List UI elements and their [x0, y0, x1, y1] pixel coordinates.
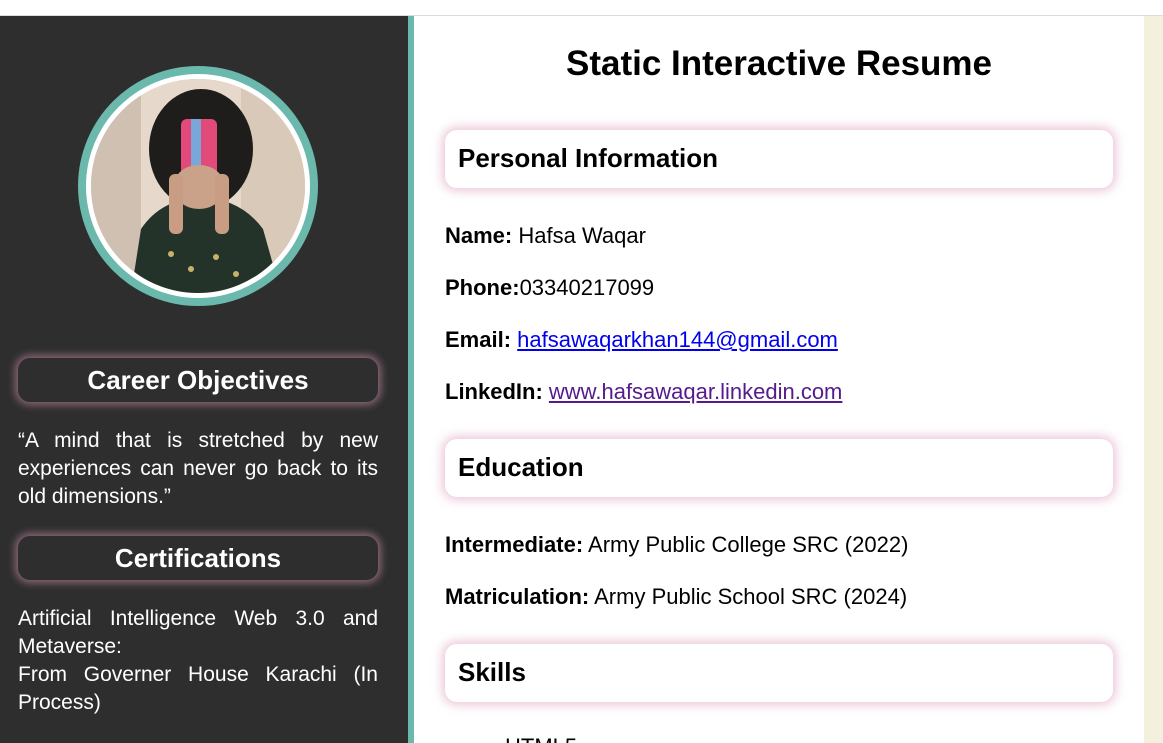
phone-value: 03340217099: [519, 275, 655, 300]
page-margin: [1144, 16, 1163, 743]
name-label: Name:: [445, 223, 513, 248]
career-objectives-text: “A mind that is stretched by new experie…: [18, 429, 378, 508]
linkedin-link[interactable]: www.hafsawaqar.linkedin.com: [549, 379, 842, 404]
email-label: Email:: [445, 327, 512, 352]
certification-title: Artificial Intelligence Web 3.0 and Meta…: [18, 607, 378, 658]
profile-photo: [91, 79, 305, 293]
linkedin-label: LinkedIn:: [445, 379, 543, 404]
matriculation-label: Matriculation:: [445, 584, 590, 609]
avatar: [78, 66, 318, 306]
name-value: Hafsa Waqar: [512, 223, 646, 248]
personal-information-heading[interactable]: Personal Information: [445, 130, 1113, 188]
name-row: Name: Hafsa Waqar: [445, 223, 646, 249]
phone-row: Phone:03340217099: [445, 275, 654, 301]
certification-source: From Governer House Karachi (In Process): [18, 663, 378, 714]
email-link[interactable]: hafsawaqarkhan144@gmail.com: [517, 327, 838, 352]
page-title: Static Interactive Resume: [565, 44, 992, 83]
phone-label: Phone:: [445, 275, 520, 300]
skills-heading[interactable]: Skills: [445, 644, 1113, 702]
certification-item: Artificial Intelligence Web 3.0 and Meta…: [18, 605, 378, 717]
intermediate-row: Intermediate: Army Public College SRC (2…: [445, 532, 908, 558]
intermediate-label: Intermediate:: [445, 532, 584, 557]
main-content: Static Interactive Resume Personal Infor…: [414, 16, 1144, 743]
intermediate-value: Army Public College SRC (2022): [583, 532, 909, 557]
skill-item: HTML5: [505, 734, 577, 743]
education-heading[interactable]: Education: [445, 439, 1113, 497]
certifications-heading: Certifications: [18, 536, 378, 580]
profile-photo-image: [91, 79, 305, 293]
email-row: Email: hafsawaqarkhan144@gmail.com: [445, 327, 838, 353]
matriculation-value: Army Public School SRC (2024): [589, 584, 908, 609]
career-objectives-heading: Career Objectives: [18, 358, 378, 402]
sidebar: Career Objectives “A mind that is stretc…: [0, 16, 408, 743]
browser-top-bar: [0, 0, 1163, 16]
linkedin-row: LinkedIn: www.hafsawaqar.linkedin.com: [445, 379, 842, 405]
matriculation-row: Matriculation: Army Public School SRC (2…: [445, 584, 907, 610]
